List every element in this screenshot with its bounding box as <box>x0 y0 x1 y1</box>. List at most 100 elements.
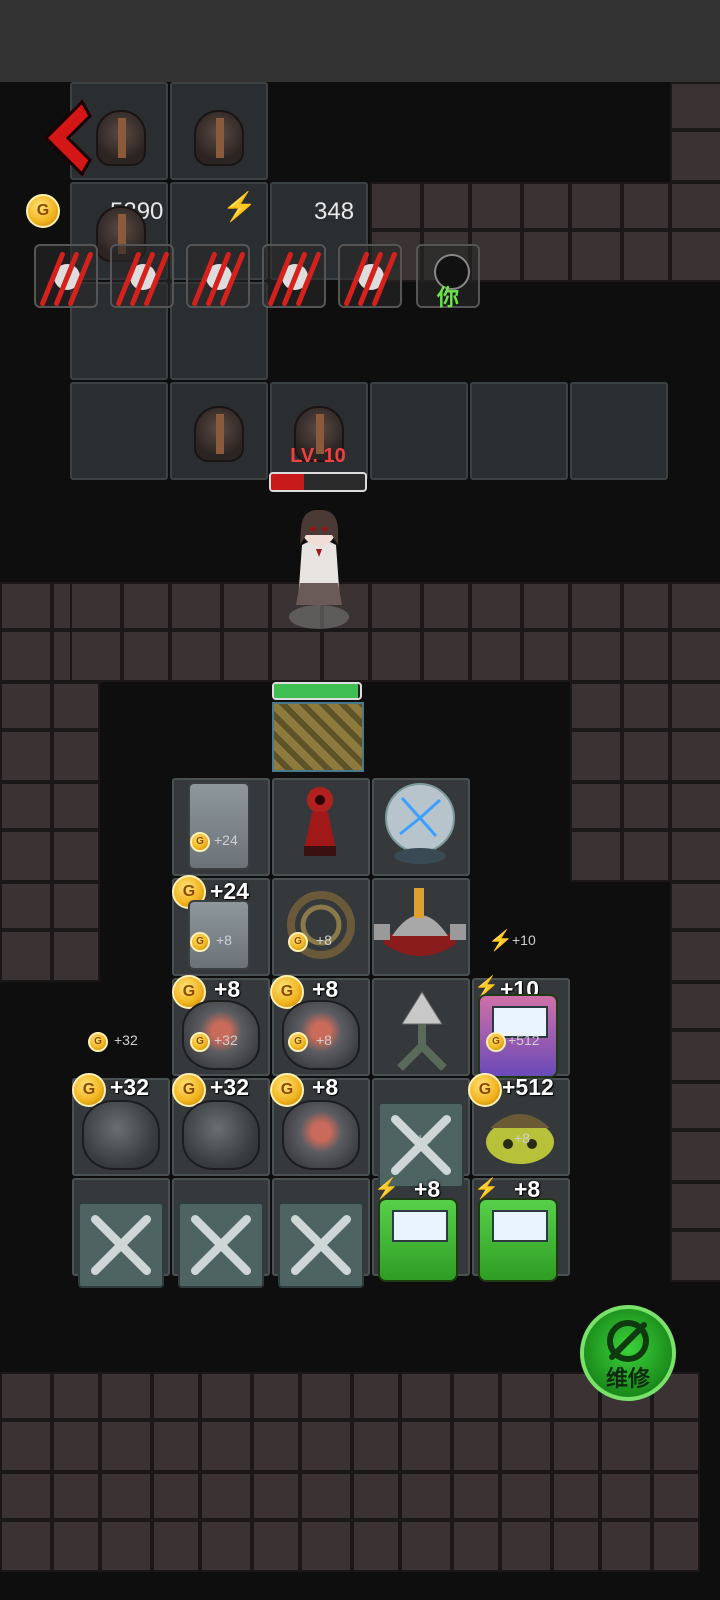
gold-coin-icon: G <box>26 194 60 228</box>
yield-label: +8 <box>316 1032 332 1048</box>
fridge-item[interactable] <box>188 782 250 870</box>
yield-label: +10 <box>512 932 536 948</box>
arcade-machine-item[interactable] <box>478 1198 558 1282</box>
status-bar <box>0 0 720 82</box>
wall-tile <box>670 782 720 882</box>
gold-coin-icon: G <box>190 1032 210 1052</box>
wall-tile <box>200 1472 300 1572</box>
yield-label: +8 <box>216 932 232 948</box>
ore-rock-item[interactable] <box>82 1100 160 1170</box>
thorns-item[interactable] <box>274 882 368 968</box>
yield-label: +32 <box>110 1074 150 1100</box>
repair-label: 维修 <box>605 1366 650 1391</box>
floor-tile <box>370 382 468 480</box>
wall-tile <box>670 1082 720 1182</box>
wall-tile <box>670 882 720 982</box>
repair-button[interactable]: 维修 <box>580 1305 676 1401</box>
arcade-machine-item[interactable] <box>378 1198 458 1282</box>
ore-rock-item[interactable] <box>182 1100 260 1170</box>
wall-tile <box>670 582 720 682</box>
gold-coin-icon: G <box>88 1032 108 1052</box>
player-slot-eliminated <box>186 244 250 308</box>
wall-tile <box>500 1472 600 1572</box>
wall-tile <box>0 1472 100 1572</box>
wall-tile <box>600 1472 700 1572</box>
lightning-icon: ⚡ <box>222 191 257 222</box>
wall-tile <box>570 682 670 782</box>
lightning-icon: ⚡ <box>488 930 513 952</box>
yield-label: +32 <box>114 1032 138 1048</box>
yield-label: +32 <box>214 1032 238 1048</box>
floor-tile <box>470 382 568 480</box>
yield-label: +24 <box>214 832 238 848</box>
repair-crate-item[interactable] <box>78 1202 164 1288</box>
room-door[interactable] <box>272 702 364 772</box>
wall-tile <box>670 1182 720 1282</box>
enemy-hp-fill <box>271 474 304 490</box>
wall-tile <box>300 1372 400 1472</box>
wall-tile <box>670 982 720 1082</box>
arcade-screen <box>392 1210 448 1242</box>
door-hp-fill <box>274 684 359 698</box>
yield-label: +8 <box>316 932 332 948</box>
player-slot-eliminated <box>338 244 402 308</box>
player-slot-you: 你 <box>416 244 480 310</box>
monster-sprite <box>194 406 244 462</box>
blood-pump-item[interactable] <box>292 784 348 860</box>
ore-rock-item[interactable] <box>282 1100 360 1170</box>
you-label: 你 <box>436 285 459 310</box>
wall-tile <box>100 1372 200 1472</box>
wrench-screwdriver-icon <box>190 1214 252 1276</box>
ghost-girl-sprite <box>289 509 349 629</box>
repair-crate-item[interactable] <box>178 1202 264 1288</box>
wall-tile <box>370 582 470 682</box>
wall-tile <box>570 582 670 682</box>
plasma-ball-item[interactable] <box>378 780 462 866</box>
wrench-screwdriver-icon <box>90 1214 152 1276</box>
repair-crate-item[interactable] <box>278 1202 364 1288</box>
chevron-left-icon <box>43 99 92 177</box>
wall-tile <box>670 82 720 182</box>
wall-tile <box>670 182 720 282</box>
enemy-level: LV. 10 <box>290 445 346 467</box>
energy-amount: 348 <box>314 198 355 225</box>
gold-coin-icon: G <box>288 932 308 952</box>
yield-label: +8 <box>514 1130 530 1146</box>
gold-coin-icon: G <box>190 932 210 952</box>
wall-tile <box>200 1372 300 1472</box>
wall-tile <box>0 682 100 782</box>
claw-trap-item[interactable] <box>380 984 464 1072</box>
gold-coin-icon: G <box>190 832 210 852</box>
floor-tile <box>570 382 668 480</box>
yield-label: +512 <box>508 1032 540 1048</box>
player-slot-eliminated <box>110 244 174 308</box>
wall-tile <box>470 582 570 682</box>
monster-sprite <box>96 110 146 166</box>
yield-label: +8 <box>312 1074 339 1100</box>
wall-tile <box>570 182 670 282</box>
yield-label: +8 <box>312 976 339 1002</box>
player-slot-eliminated <box>262 244 326 308</box>
yield-label: +8 <box>214 976 241 1002</box>
wall-tile <box>0 782 100 882</box>
wall-tile <box>170 582 270 682</box>
arcade-screen <box>492 1210 548 1242</box>
wall-tile <box>300 1472 400 1572</box>
back-button[interactable] <box>32 98 92 178</box>
yield-label: +512 <box>502 1074 554 1100</box>
gold-coin-icon: G <box>288 1032 308 1052</box>
wall-tile <box>0 1372 100 1472</box>
wall-tile <box>70 582 170 682</box>
enemy-hp-bar <box>269 472 367 492</box>
door-hp-bar <box>272 682 362 700</box>
wall-tile <box>100 1472 200 1572</box>
wall-tile <box>470 182 570 282</box>
yield-label: +8 <box>416 1130 432 1146</box>
wall-tile <box>0 882 100 982</box>
monster-sprite <box>194 110 244 166</box>
wrench-screwdriver-icon <box>290 1214 352 1276</box>
wall-tile <box>670 682 720 782</box>
turret-item[interactable] <box>374 884 466 970</box>
gold-coin-icon: G <box>486 1032 506 1052</box>
yield-label: +32 <box>210 1074 250 1100</box>
